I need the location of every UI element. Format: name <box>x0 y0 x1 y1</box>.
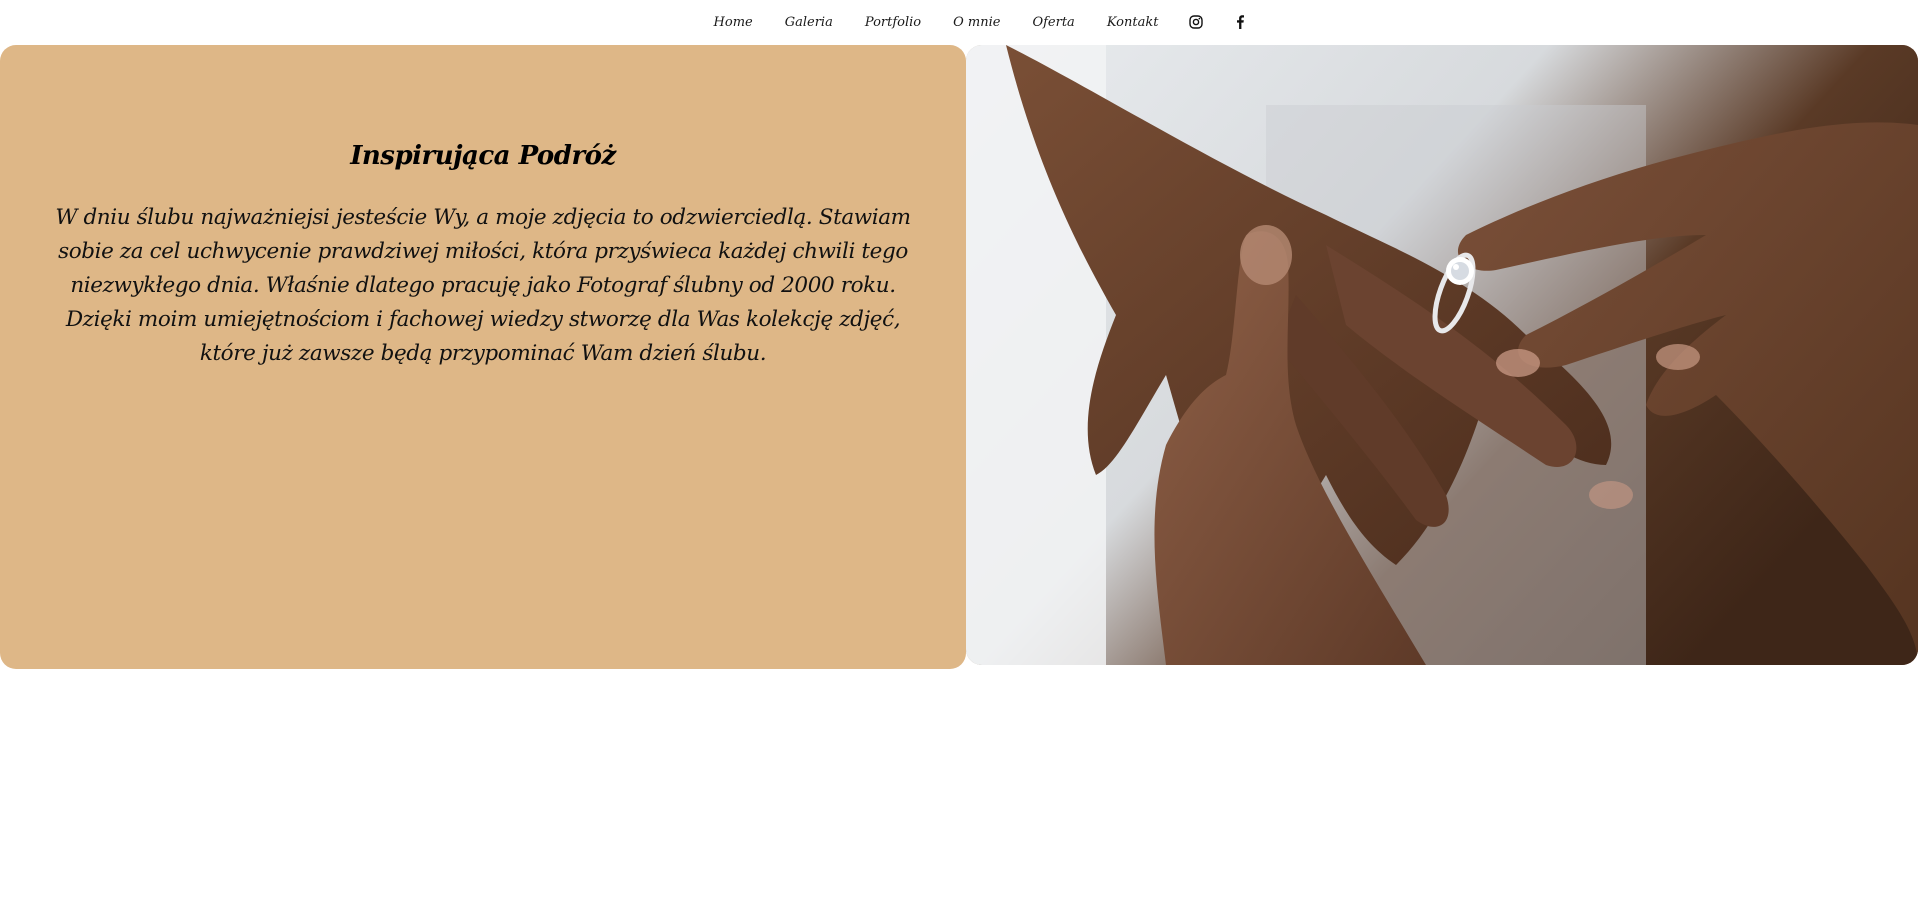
nav-link-galeria[interactable]: Galeria <box>769 15 849 30</box>
top-navigation: Home Galeria Portfolio O mnie Oferta Kon… <box>0 0 1918 44</box>
nav-link-oferta[interactable]: Oferta <box>1016 15 1090 30</box>
nav-link-kontakt[interactable]: Kontakt <box>1091 15 1175 30</box>
nav-menu: Home Galeria Portfolio O mnie Oferta Kon… <box>698 12 1263 32</box>
intro-body: W dniu ślubu najważniejsi jesteście Wy, … <box>55 205 911 366</box>
photo-illustration <box>966 45 1918 665</box>
instagram-icon[interactable] <box>1186 12 1206 32</box>
intro-card: Inspirująca Podróż W dniu ślubu najważni… <box>0 45 966 669</box>
wedding-ring-hands-photo <box>966 45 1918 665</box>
nav-link-portfolio[interactable]: Portfolio <box>849 15 937 30</box>
nav-link-o-mnie[interactable]: O mnie <box>937 15 1016 30</box>
nav-link-home[interactable]: Home <box>698 15 769 30</box>
facebook-icon[interactable] <box>1230 12 1250 32</box>
page: Home Galeria Portfolio O mnie Oferta Kon… <box>0 0 1918 922</box>
intro-title: Inspirująca Podróż <box>350 141 616 171</box>
